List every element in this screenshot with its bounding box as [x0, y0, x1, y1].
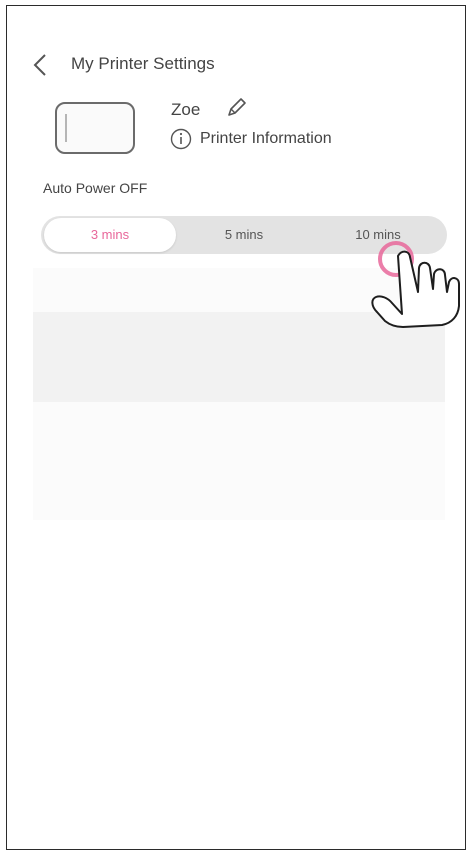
page-title: My Printer Settings — [71, 54, 215, 73]
auto-power-off-label: Auto Power OFF — [43, 180, 148, 196]
printer-image — [55, 102, 135, 154]
chevron-left-icon — [33, 54, 46, 76]
info-icon — [170, 128, 192, 150]
printer-name: Zoe — [171, 100, 201, 119]
empty-panel — [33, 402, 445, 520]
header: My Printer Settings — [7, 46, 465, 86]
printer-information-label: Printer Information — [200, 130, 332, 147]
back-button[interactable] — [29, 48, 55, 82]
empty-panel — [33, 312, 445, 402]
option-10-mins[interactable]: 10 mins — [312, 218, 444, 252]
option-3-mins[interactable]: 3 mins — [44, 218, 176, 252]
pencil-icon — [228, 98, 246, 116]
app-screen: My Printer Settings Zoe Printer Informat… — [6, 5, 466, 850]
option-5-mins[interactable]: 5 mins — [178, 218, 310, 252]
auto-power-off-selector: 3 mins 5 mins 10 mins — [41, 216, 447, 254]
edit-name-button[interactable] — [223, 95, 249, 121]
printer-slot — [65, 114, 67, 142]
empty-panel — [33, 268, 445, 312]
